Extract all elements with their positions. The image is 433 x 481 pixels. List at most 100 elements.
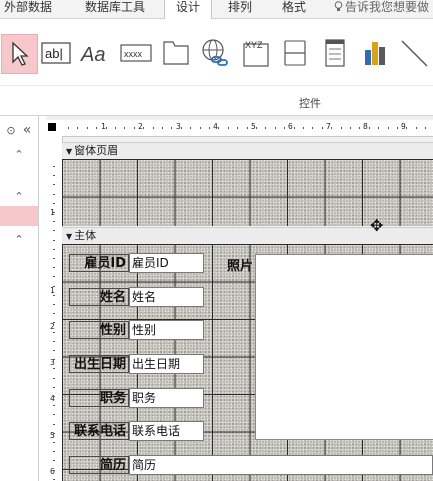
textbox-birth-date[interactable]: 出生日期 — [129, 354, 204, 374]
textbox-employee-id[interactable]: 雇员ID — [129, 253, 204, 273]
button-tool-button[interactable]: xxxx — [119, 34, 153, 72]
ruler-tick — [265, 127, 266, 129]
ruler-number: 2 — [50, 322, 55, 331]
ruler-tick — [115, 127, 116, 129]
label-tool-button[interactable]: Aa — [78, 34, 114, 72]
hyperlink-tool-button[interactable] — [197, 34, 233, 72]
ruler-tick — [53, 212, 55, 213]
label-photo[interactable]: 照片 — [227, 255, 253, 274]
tab-control-icon — [163, 41, 189, 65]
ruler-tick — [53, 258, 55, 259]
select-tool-button[interactable] — [1, 34, 38, 74]
ruler-number: 8 — [363, 122, 368, 131]
form-selector-box[interactable] — [48, 123, 56, 131]
label-birth-date[interactable]: 出生日期 — [69, 355, 129, 373]
ruler-tick — [53, 350, 55, 351]
ruler-tick — [53, 304, 55, 305]
ruler-number: 6 — [50, 467, 55, 476]
nav-chevron-up-icon-3[interactable]: ⌃ — [0, 229, 38, 249]
ruler-tick — [350, 127, 351, 129]
tab-database-tools[interactable]: 数据库工具 — [85, 0, 145, 18]
ruler-tick — [53, 221, 55, 222]
horizontal-ruler: 1 2 3 4 5 6 7 8 9 — [46, 120, 433, 137]
ruler-tick — [256, 127, 257, 129]
ruler-tick — [53, 414, 55, 415]
ruler-tick — [153, 127, 154, 129]
section-arrow-icon: ▼ — [66, 147, 73, 156]
ruler-tick — [388, 127, 389, 129]
ruler-tick — [53, 396, 55, 397]
ruler-tick — [171, 127, 172, 129]
label-resume[interactable]: 简历 — [69, 456, 129, 474]
ruler-tick — [200, 127, 201, 129]
tab-external-data[interactable]: 外部数据 — [4, 0, 52, 18]
ruler-tick — [341, 127, 342, 129]
form-header-section-bar[interactable]: ▼ 窗体页眉 — [62, 142, 433, 160]
form-design-surface[interactable]: 1 2 3 4 5 6 7 8 9 1 1 2 3 4 5 6 ▼窗体页眉 ▼主… — [46, 116, 433, 481]
ruler-tick — [359, 127, 360, 129]
textbox-phone[interactable]: 联系电话 — [129, 421, 204, 441]
nav-collapse-icon[interactable]: « — [8, 120, 46, 140]
label-phone[interactable]: 联系电话 — [69, 422, 129, 440]
ruler-tick — [134, 127, 135, 129]
ruler-tick — [53, 175, 55, 176]
tell-me-box[interactable]: 告诉我您想要做 — [334, 0, 429, 15]
ruler-tick — [247, 127, 248, 129]
ruler-tick — [322, 127, 323, 129]
detail-grid[interactable]: 雇员ID 雇员ID 姓名 姓名 性别 性别 出生日期 出生日期 职务 职务 联系… — [62, 244, 433, 481]
textbox-resume[interactable]: 简历 — [129, 455, 433, 475]
ruler-tick — [190, 127, 191, 129]
ruler-tick — [53, 460, 55, 461]
ruler-tick — [369, 127, 370, 129]
chart-tool-button[interactable] — [358, 34, 392, 72]
textbox-name[interactable]: 姓名 — [129, 287, 204, 307]
label-gender[interactable]: 性别 — [69, 321, 129, 339]
select-pointer-icon — [11, 41, 29, 66]
nav-chevron-up-icon-2[interactable]: ⌃ — [0, 186, 38, 206]
tab-arrange[interactable]: 排列 — [228, 0, 252, 18]
ruler-tick — [53, 424, 55, 425]
hyperlink-icon — [202, 39, 228, 66]
ribbon-controls-group: ab| Aa xxxx XYZ 控件 — [0, 19, 433, 116]
ruler-tick — [53, 203, 55, 204]
line-icon — [401, 40, 428, 67]
line-tool-button[interactable] — [396, 34, 432, 72]
tell-me-text: 告诉我您想要做 — [345, 0, 430, 14]
navigation-control-icon — [284, 40, 306, 66]
label-employee-id[interactable]: 雇员ID — [69, 254, 129, 272]
navigation-control-tool-button[interactable] — [278, 34, 312, 72]
option-group-tool-button[interactable] — [318, 34, 352, 72]
web-browser-icon: XYZ — [243, 40, 269, 67]
ruler-tick — [53, 341, 55, 342]
textbox-tool-button[interactable]: ab| — [40, 34, 72, 72]
detail-section-title: 主体 — [74, 229, 97, 242]
label-name[interactable]: 姓名 — [69, 288, 129, 306]
ruler-tick — [53, 295, 55, 296]
chart-icon — [365, 42, 385, 65]
ruler-tick — [143, 127, 144, 129]
ruler-tick — [96, 127, 97, 129]
ruler-tick — [237, 127, 238, 129]
tab-design[interactable]: 设计 — [164, 0, 212, 19]
ruler-tick — [53, 479, 55, 480]
tab-format[interactable]: 格式 — [282, 0, 306, 18]
ruler-tick — [53, 368, 55, 369]
nav-chevron-up-icon-1[interactable]: ⌃ — [0, 144, 38, 164]
textbox-gender[interactable]: 性别 — [129, 320, 204, 340]
ribbon-separator — [0, 85, 433, 86]
ruler-tick — [53, 470, 55, 471]
tab-control-tool-button[interactable] — [159, 34, 193, 72]
ruler-tick — [275, 127, 276, 129]
web-browser-tool-button[interactable]: XYZ — [238, 34, 274, 72]
nav-selected-item[interactable] — [0, 206, 38, 226]
ruler-tick — [53, 359, 55, 360]
ribbon-tab-bar: 外部数据 数据库工具 设计 排列 格式 告诉我您想要做 — [0, 0, 433, 19]
label-job-title[interactable]: 职务 — [69, 389, 129, 407]
button-icon: xxxx — [120, 44, 152, 62]
ruler-tick — [68, 127, 69, 129]
textbox-job-title[interactable]: 职务 — [129, 388, 204, 408]
ruler-tick — [416, 127, 417, 129]
photo-frame[interactable] — [255, 254, 433, 440]
textbox-icon: ab| — [41, 42, 71, 64]
move-cursor-icon: ✥ — [370, 216, 384, 235]
